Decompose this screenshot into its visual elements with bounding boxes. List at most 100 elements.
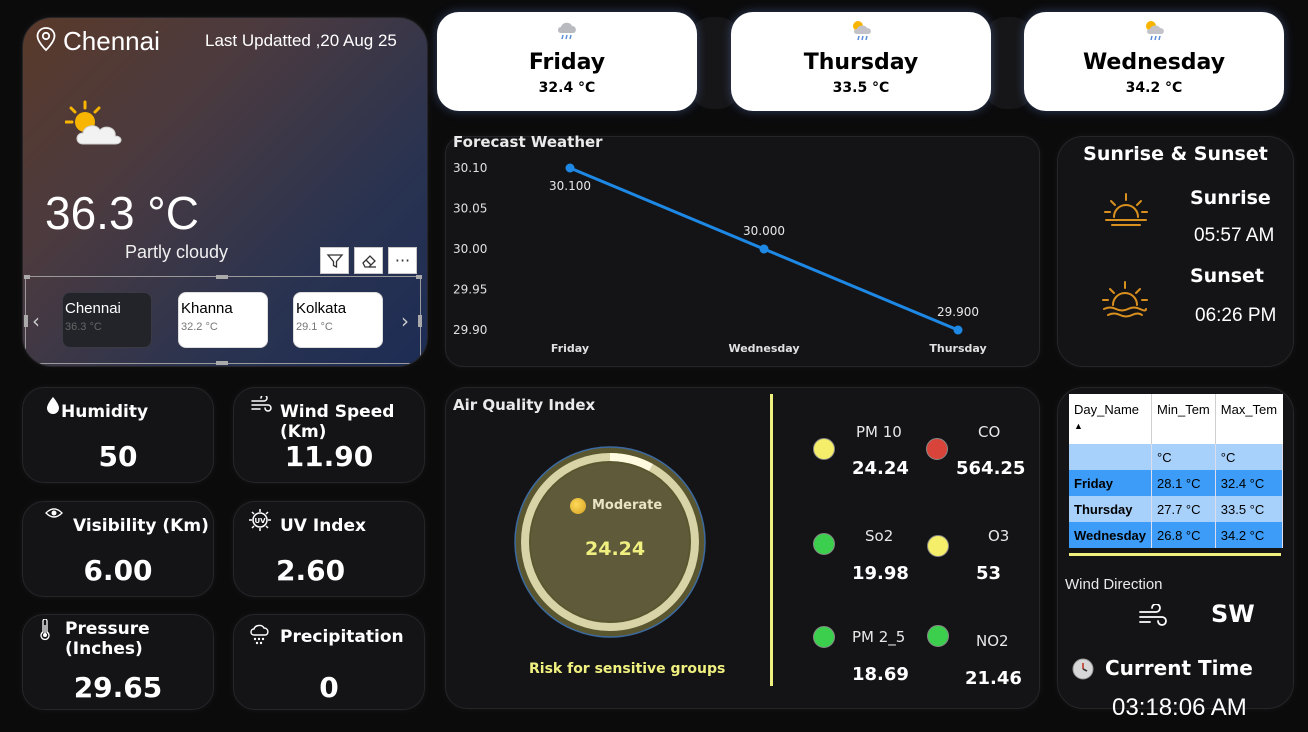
column-header-label: Max_Tem [1220,402,1278,417]
svg-text:UV: UV [254,517,266,525]
sunset-icon [1102,281,1148,318]
table-cell: Wednesday [1069,522,1153,548]
resize-handle[interactable] [216,275,228,279]
pm10-indicator [813,438,835,460]
air-quality-card: Air Quality Index Moderate 24.24 Risk fo… [445,387,1040,709]
chevron-left-icon[interactable]: ‹ [32,309,40,333]
table-row[interactable]: Thursday 27.7 °C 33.5 °C [1069,496,1283,522]
column-header-day[interactable]: Day_Name ▲ [1069,394,1153,444]
aqi-level: Moderate [592,498,663,513]
forecast-day-temp: 32.4 °C [538,80,596,96]
precipitation-card: Precipitation 0 [233,614,425,710]
forecast-day-name: Wednesday [1082,50,1226,75]
pressure-card: Pressure (Inches) 29.65 [22,614,214,710]
chevron-right-icon[interactable]: › [401,309,409,333]
wind-speed-value: 11.90 [284,440,374,473]
x-tick-label: Wednesday [728,342,799,355]
forecast-day-card: Friday 32.4 °C [437,12,697,111]
column-header-min[interactable]: Min_Tem [1151,394,1216,444]
visibility-label: Visibility (Km) [73,516,209,536]
pm25-label: PM 2_5 [852,628,906,646]
forecast-data-point [759,244,769,254]
y-tick-label: 30.05 [453,202,487,216]
resize-handle[interactable] [24,275,30,279]
co-value: 564.25 [956,458,1026,479]
uv-index-value: 2.60 [276,554,346,587]
wind-speed-card: Wind Speed (Km) 11.90 [233,387,425,483]
aqi-title: Air Quality Index [453,396,596,414]
filter-button[interactable] [320,247,349,274]
table-cell: 32.4 °C [1215,470,1283,496]
rain-cloud-icon [558,22,576,40]
clear-selection-button[interactable] [354,247,383,274]
column-header-label: Day_Name [1074,402,1140,417]
sunrise-time: 05:57 AM [1194,225,1275,246]
co-indicator [926,438,948,460]
more-options-button[interactable]: ··· [388,247,417,274]
forecast-day-card: Thursday 33.5 °C [731,12,991,111]
x-tick-label: Thursday [929,342,986,355]
city-chip-name: Kolkata [296,300,347,317]
divider [770,394,773,686]
no2-value: 21.46 [965,668,1022,689]
resize-handle[interactable] [216,361,228,365]
so2-value: 19.98 [852,563,909,584]
y-tick-label: 29.90 [453,323,487,337]
table-row[interactable]: Friday 28.1 °C 32.4 °C [1069,470,1283,496]
temperature-wind-time-card: Day_Name ▲ Min_Tem Max_Tem °C °C Friday 2… [1057,387,1294,721]
city-slicer[interactable]: ‹ Chennai 36.3 °C Khanna 32.2 °C Kolkata… [24,275,422,365]
city-chip-temp: 29.1 °C [296,321,333,333]
partly-cloudy-icon [65,100,122,145]
o3-value: 53 [976,563,1002,584]
sun-rain-cloud-icon [1146,21,1164,41]
forecast-day-card: Wednesday 34.2 °C [1024,12,1284,111]
thermometer-icon [40,619,50,641]
sun-card-title: Sunrise & Sunset [1083,143,1268,165]
so2-indicator [813,533,835,555]
uv-index-card: UV UV Index 2.60 [233,501,425,597]
uv-sun-icon: UV [249,509,271,531]
city-chip-chennai[interactable]: Chennai 36.3 °C [62,292,152,348]
pm25-value: 18.69 [852,664,909,685]
pm25-indicator [813,626,835,648]
humidity-label: Humidity [61,402,149,422]
table-row[interactable]: Wednesday 26.8 °C 34.2 °C [1069,522,1283,548]
y-tick-label: 30.00 [453,242,487,256]
resize-handle[interactable] [416,275,422,279]
clock-icon [1072,658,1094,680]
city-chip-kolkata[interactable]: Kolkata 29.1 °C [293,292,383,348]
resize-handle[interactable] [24,315,28,327]
x-tick-label: Friday [551,342,589,355]
forecast-day-name: Thursday [803,50,919,75]
sunset-time: 06:26 PM [1195,305,1277,326]
humidity-value: 50 [98,440,138,473]
sunrise-sunset-card: Sunrise & Sunset Sunrise 05:57 AM Sunset… [1057,136,1294,367]
pm10-label: PM 10 [856,423,902,441]
aqi-value: 24.24 [585,538,646,560]
sort-asc-icon: ▲ [1074,421,1083,431]
table-cell: 27.7 °C [1151,496,1216,522]
o3-label: O3 [988,527,1010,545]
table-cell: °C [1151,444,1216,470]
table-cell: 33.5 °C [1215,496,1283,522]
current-temperature: 36.3 °C [45,187,199,239]
precipitation-label: Precipitation [280,627,404,647]
forecast-data-point [953,325,963,335]
table-header-row: Day_Name ▲ Min_Tem Max_Tem [1069,394,1282,444]
column-header-max[interactable]: Max_Tem [1215,394,1282,444]
aqi-note: Risk for sensitive groups [529,661,726,677]
wind-speed-label: Wind Speed (Km) [280,402,395,442]
city-chip-khanna[interactable]: Khanna 32.2 °C [178,292,268,348]
y-tick-label: 30.10 [453,161,487,175]
filter-icon [326,253,343,268]
column-header-label: Min_Tem [1157,402,1210,417]
last-updated-text: Last Updatted ,20 Aug 25 [205,31,397,50]
current-time-value: 03:18:06 AM [1112,694,1247,721]
resize-handle[interactable] [418,315,422,327]
current-city-name: Chennai [63,26,160,56]
so2-label: So2 [865,527,894,545]
wind-icon [1139,604,1167,626]
wind-direction-value: SW [1211,600,1255,628]
current-time-label: Current Time [1105,656,1253,680]
sunset-label: Sunset [1190,265,1265,287]
